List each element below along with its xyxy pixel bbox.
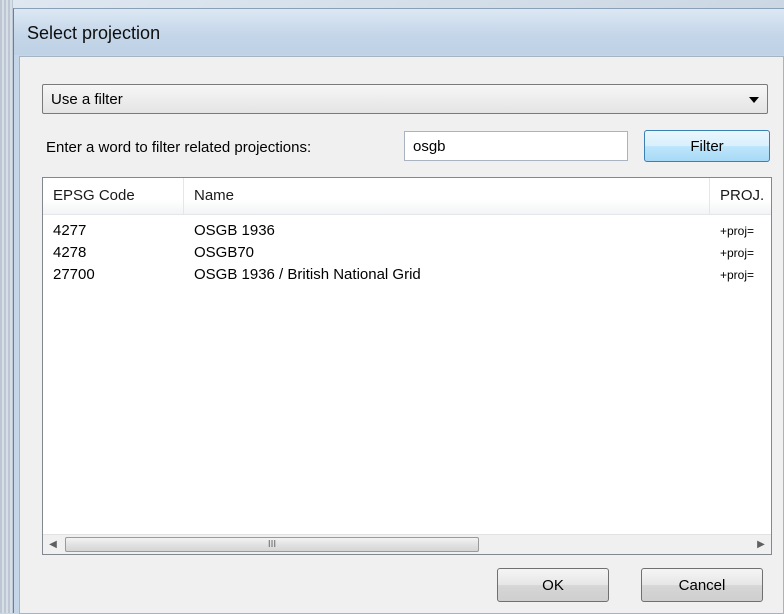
parent-window-edge (0, 0, 13, 613)
projection-list[interactable]: EPSG Code Name PROJ. 4277 OSGB 1936 +pro… (42, 177, 772, 555)
select-projection-dialog: Select projection Use a filter Enter a w… (13, 8, 784, 614)
horizontal-scrollbar[interactable]: ◀ III ▶ (43, 534, 771, 554)
column-header-proj[interactable]: PROJ. (710, 178, 771, 214)
scroll-right-icon[interactable]: ▶ (751, 535, 771, 554)
column-header-epsg-code[interactable]: EPSG Code (43, 178, 183, 214)
dialog-title: Select projection (27, 23, 161, 43)
ok-button[interactable]: OK (497, 568, 609, 602)
table-row[interactable]: 27700 OSGB 1936 / British National Grid … (43, 264, 771, 286)
proj-cell: +proj= (720, 246, 755, 260)
dialog-client-area: Use a filter Enter a word to filter rela… (19, 56, 784, 614)
name-cell: OSGB 1936 / British National Grid (194, 266, 421, 283)
filter-input[interactable] (404, 131, 628, 161)
filter-button[interactable]: Filter (644, 130, 770, 162)
epsg-code-cell: 4277 (53, 222, 87, 239)
cancel-button[interactable]: Cancel (641, 568, 763, 602)
proj-cell: +proj= (720, 268, 755, 282)
table-row[interactable]: 4277 OSGB 1936 +proj= (43, 220, 771, 242)
epsg-code-cell: 27700 (53, 266, 95, 283)
name-cell: OSGB70 (194, 244, 255, 261)
filter-mode-selected: Use a filter (51, 91, 123, 108)
filter-label: Enter a word to filter related projectio… (46, 139, 312, 156)
list-header: EPSG Code Name PROJ. (43, 178, 771, 215)
chevron-down-icon (749, 97, 759, 103)
scrollbar-thumb[interactable]: III (65, 537, 479, 552)
table-row[interactable]: 4278 OSGB70 +proj= (43, 242, 771, 264)
column-header-name[interactable]: Name (184, 178, 709, 214)
filter-mode-dropdown[interactable]: Use a filter (42, 84, 768, 114)
name-cell: OSGB 1936 (194, 222, 275, 239)
title-bar[interactable]: Select projection (14, 9, 784, 55)
epsg-code-cell: 4278 (53, 244, 87, 261)
proj-cell: +proj= (720, 224, 755, 238)
scroll-left-icon[interactable]: ◀ (43, 535, 63, 554)
